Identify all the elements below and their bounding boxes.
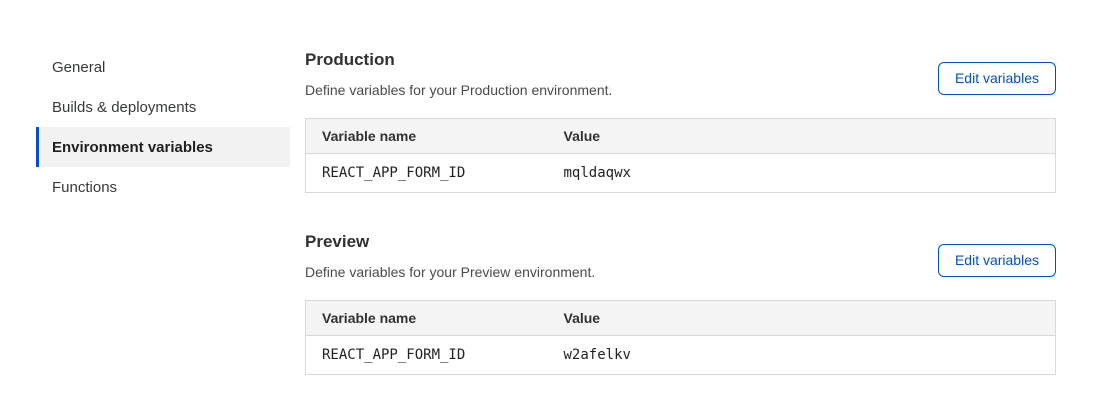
sidebar-item-environment-variables[interactable]: Environment variables <box>36 127 290 167</box>
preview-section: Preview Define variables for your Previe… <box>305 229 1056 375</box>
variable-value-cell: mqldaqwx <box>548 154 1056 193</box>
variable-value-cell: w2afelkv <box>548 336 1056 375</box>
sidebar-item-label: Environment variables <box>52 139 213 156</box>
production-title: Production <box>305 50 612 70</box>
table-row: REACT_APP_FORM_ID w2afelkv <box>306 336 1056 375</box>
sidebar-item-label: Builds & deployments <box>52 99 196 116</box>
production-variables-table: Variable name Value REACT_APP_FORM_ID mq… <box>305 118 1056 193</box>
variable-name-cell: REACT_APP_FORM_ID <box>306 336 548 375</box>
production-section: Production Define variables for your Pro… <box>305 47 1056 193</box>
sidebar-item-builds-deployments[interactable]: Builds & deployments <box>36 87 290 127</box>
preview-variables-table: Variable name Value REACT_APP_FORM_ID w2… <box>305 300 1056 375</box>
preview-section-header: Preview Define variables for your Previe… <box>305 229 1056 280</box>
edit-variables-button-production[interactable]: Edit variables <box>938 62 1056 95</box>
variable-name-cell: REACT_APP_FORM_ID <box>306 154 548 193</box>
sidebar-item-functions[interactable]: Functions <box>36 167 290 207</box>
preview-title: Preview <box>305 232 595 252</box>
table-header-row: Variable name Value <box>306 119 1056 154</box>
settings-page: General Builds & deployments Environment… <box>0 0 1100 375</box>
column-header-value: Value <box>548 301 1056 336</box>
sidebar-item-label: Functions <box>52 179 117 196</box>
column-header-variable-name: Variable name <box>306 301 548 336</box>
column-header-value: Value <box>548 119 1056 154</box>
preview-section-text: Preview Define variables for your Previe… <box>305 229 595 280</box>
settings-content: Production Define variables for your Pro… <box>305 47 1056 375</box>
edit-variables-button-preview[interactable]: Edit variables <box>938 244 1056 277</box>
settings-sidebar: General Builds & deployments Environment… <box>36 47 290 375</box>
production-section-text: Production Define variables for your Pro… <box>305 47 612 98</box>
preview-description: Define variables for your Preview enviro… <box>305 264 595 280</box>
column-header-variable-name: Variable name <box>306 119 548 154</box>
table-header-row: Variable name Value <box>306 301 1056 336</box>
sidebar-item-general[interactable]: General <box>36 47 290 87</box>
production-description: Define variables for your Production env… <box>305 82 612 98</box>
production-section-header: Production Define variables for your Pro… <box>305 47 1056 98</box>
table-row: REACT_APP_FORM_ID mqldaqwx <box>306 154 1056 193</box>
sidebar-item-label: General <box>52 59 105 76</box>
